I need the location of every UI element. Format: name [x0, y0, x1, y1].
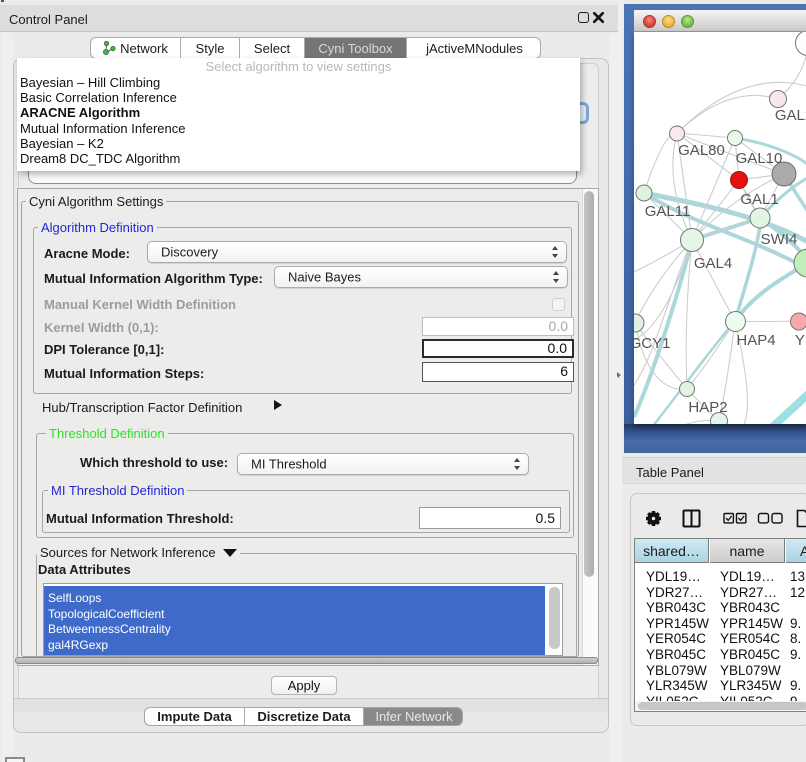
svg-text:GCY1: GCY1 [634, 335, 670, 352]
svg-text:YEL: YEL [795, 332, 806, 349]
svg-text:GAL11: GAL11 [645, 203, 691, 220]
svg-text:HAP4: HAP4 [736, 332, 775, 349]
svg-text:GAL10: GAL10 [736, 150, 783, 167]
svg-text:SWI4: SWI4 [761, 231, 798, 248]
svg-text:GAL2: GAL2 [775, 107, 806, 124]
svg-text:GAL1: GAL1 [740, 191, 778, 208]
svg-text:GAL4: GAL4 [694, 255, 732, 272]
svg-text:GAL80: GAL80 [678, 142, 725, 159]
svg-text:HAP2: HAP2 [688, 399, 727, 416]
